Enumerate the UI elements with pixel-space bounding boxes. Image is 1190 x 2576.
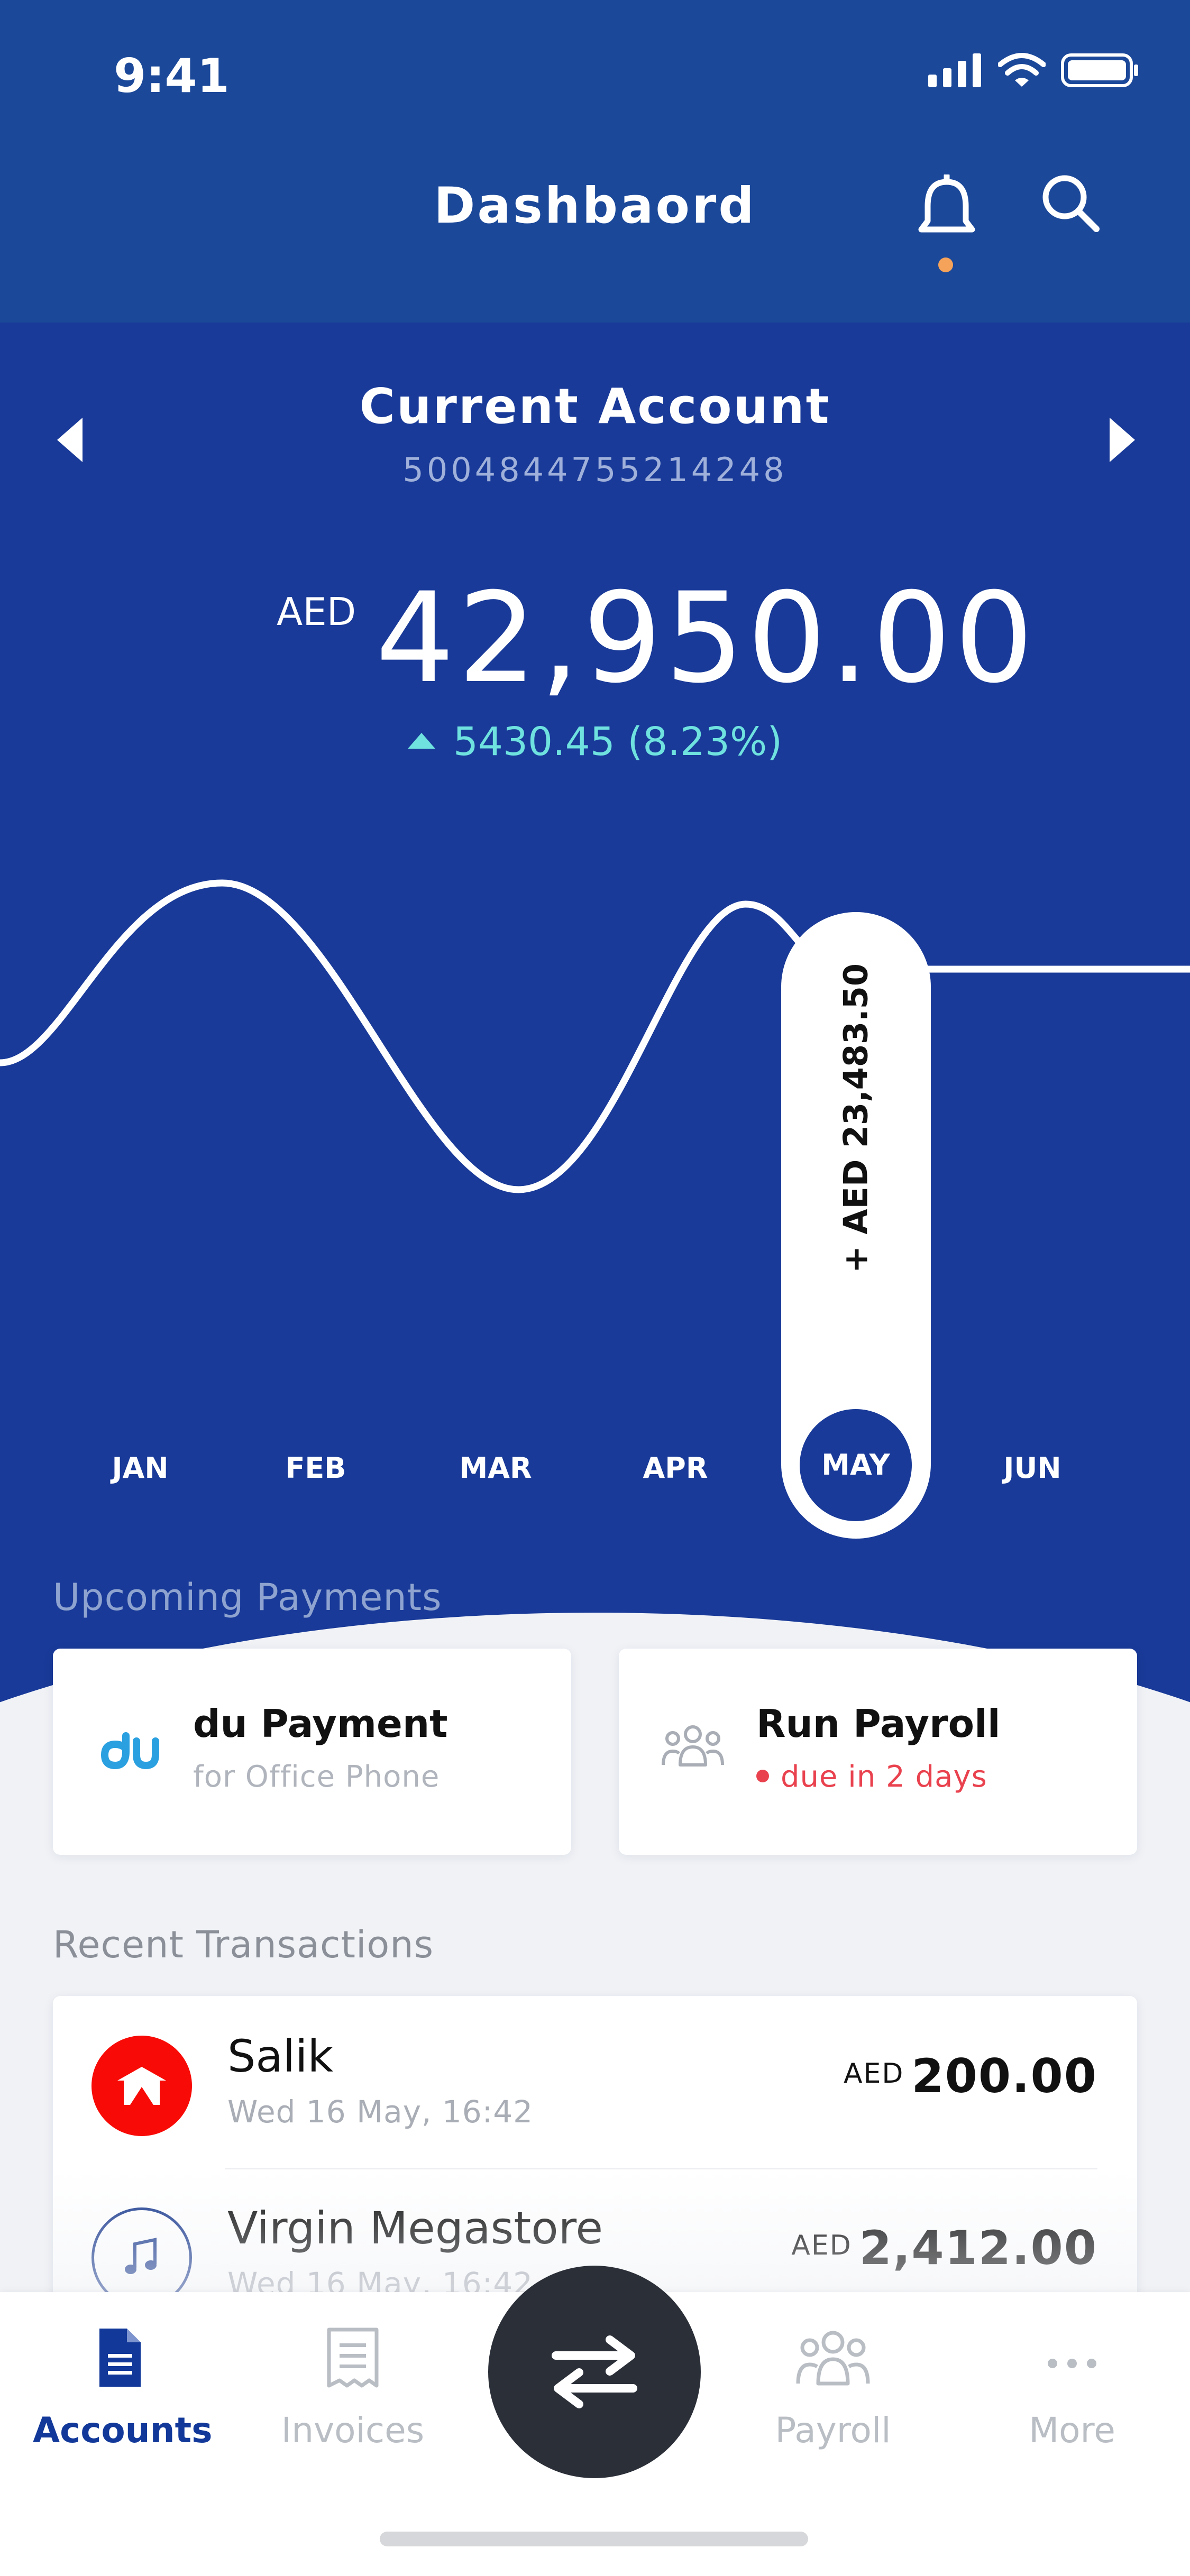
up-arrow-icon <box>407 733 435 749</box>
document-icon <box>99 2329 141 2387</box>
tab-payroll[interactable]: Payroll <box>746 2326 920 2451</box>
transaction-currency: AED <box>843 2058 904 2090</box>
change-value: 5430.45 (8.23%) <box>453 719 783 765</box>
receipt-icon <box>327 2327 379 2388</box>
month-label-jun[interactable]: JUN <box>980 1451 1085 1485</box>
salik-logo-icon <box>91 2036 192 2136</box>
tab-accounts[interactable]: Accounts <box>33 2326 213 2451</box>
tab-invoices[interactable]: Invoices <box>266 2326 440 2451</box>
transaction-name: Virgin Megastore <box>227 2202 603 2254</box>
account-number: 5004844755214248 <box>402 450 788 489</box>
balance-line <box>0 879 1190 1193</box>
tab-more-label: More <box>1029 2410 1115 2451</box>
month-label-jan[interactable]: JAN <box>87 1451 193 1485</box>
month-label-apr[interactable]: APR <box>623 1451 728 1485</box>
run-payroll-due: due in 2 days <box>756 1760 987 1794</box>
balance-chart <box>0 879 1190 1193</box>
signal-icon <box>928 53 981 87</box>
search-icon[interactable] <box>1039 172 1103 235</box>
run-payroll-subtitle: due in 2 days <box>781 1760 987 1794</box>
tab-invoices-label: Invoices <box>281 2410 425 2451</box>
wifi-icon <box>998 53 1046 87</box>
month-label-may-selected[interactable]: MAY <box>800 1409 912 1521</box>
status-time: 9:41 <box>114 49 230 103</box>
selected-month-value: + AED 23,483.50 <box>836 963 875 1274</box>
run-payroll-card[interactable]: Run Payroll due in 2 days <box>619 1649 1137 1855</box>
page-title: Dashbaord <box>434 177 756 235</box>
tab-accounts-label: Accounts <box>33 2410 213 2451</box>
balance-currency: AED <box>277 590 356 634</box>
status-icons <box>928 53 1140 88</box>
du-payment-subtitle: for Office Phone <box>193 1760 440 1794</box>
transaction-value: 2,412.00 <box>859 2221 1097 2275</box>
transaction-date: Wed 16 May, 16:42 <box>227 2094 534 2130</box>
more-dots-icon <box>1048 2359 1096 2368</box>
people-icon <box>796 2331 870 2386</box>
upcoming-payments-label: Upcoming Payments <box>53 1576 442 1619</box>
balance-change: 5430.45 (8.23%) <box>0 719 1190 765</box>
recent-transactions-label: Recent Transactions <box>53 1923 434 1966</box>
transfer-arrows-icon <box>552 2335 637 2408</box>
balance-amount: 42,950.00 <box>376 566 1037 711</box>
home-indicator <box>380 2532 808 2546</box>
transaction-amount: AED 2,412.00 <box>791 2221 1097 2275</box>
tab-more[interactable]: More <box>985 2326 1159 2451</box>
notification-bell-icon[interactable] <box>915 174 978 243</box>
transaction-amount: AED 200.00 <box>844 2049 1097 2103</box>
people-icon <box>662 1725 724 1767</box>
transfer-button[interactable] <box>488 2266 701 2478</box>
du-payment-card[interactable]: du Payment for Office Phone <box>53 1649 571 1855</box>
battery-icon <box>1061 53 1138 87</box>
du-logo-icon <box>100 1732 159 1770</box>
notification-dot <box>938 257 953 272</box>
transaction-row[interactable]: Salik Wed 16 May, 16:42 AED 200.00 <box>53 1996 1137 2165</box>
screen: 9:41 Dashbaord Current Account 500484475… <box>0 0 1190 2576</box>
transaction-value: 200.00 <box>911 2049 1097 2103</box>
tab-payroll-label: Payroll <box>775 2410 891 2451</box>
account-name: Current Account <box>359 378 831 435</box>
month-label-mar[interactable]: MAR <box>443 1451 548 1485</box>
transaction-currency: AED <box>791 2230 852 2261</box>
alert-dot <box>756 1770 769 1782</box>
du-payment-title: du Payment <box>193 1701 448 1746</box>
transaction-name: Salik <box>227 2030 334 2082</box>
run-payroll-title: Run Payroll <box>756 1701 1001 1746</box>
month-label-feb[interactable]: FEB <box>263 1451 369 1485</box>
